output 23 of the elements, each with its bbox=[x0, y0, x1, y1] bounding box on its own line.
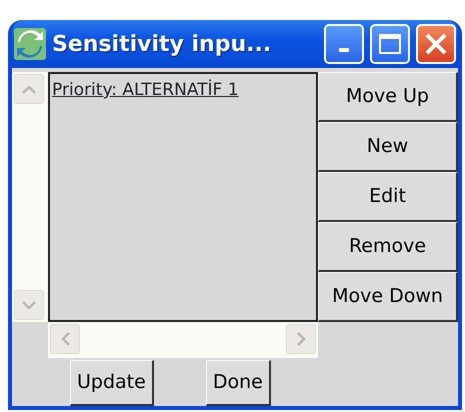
minimize-icon bbox=[339, 48, 349, 52]
maximize-button[interactable] bbox=[370, 24, 410, 64]
action-button[interactable]: Edit bbox=[318, 172, 458, 222]
minimize-button[interactable] bbox=[324, 24, 364, 64]
action-button[interactable]: Move Down bbox=[318, 272, 458, 322]
dialog-button[interactable]: Done bbox=[206, 360, 271, 406]
maximize-icon bbox=[378, 33, 402, 55]
action-button[interactable]: Remove bbox=[318, 222, 458, 272]
vertical-scrollbar[interactable] bbox=[12, 72, 48, 322]
dialog-button[interactable]: Update bbox=[70, 360, 154, 406]
action-button[interactable]: Move Up bbox=[318, 72, 458, 122]
scroll-up-button[interactable] bbox=[14, 74, 44, 104]
horizontal-scrollbar[interactable] bbox=[48, 322, 318, 358]
close-button[interactable] bbox=[416, 24, 456, 64]
list-box[interactable]: Priority: ALTERNATİF 1 bbox=[48, 72, 318, 322]
scroll-left-button[interactable] bbox=[50, 324, 80, 354]
action-button[interactable]: New bbox=[318, 122, 458, 172]
window-title: Sensitivity inpu... bbox=[52, 30, 272, 58]
scroll-right-button[interactable] bbox=[286, 324, 316, 354]
list-item[interactable]: Priority: ALTERNATİF 1 bbox=[50, 74, 241, 108]
scroll-down-button[interactable] bbox=[14, 290, 44, 320]
app-icon bbox=[14, 28, 46, 60]
close-icon bbox=[424, 32, 448, 56]
